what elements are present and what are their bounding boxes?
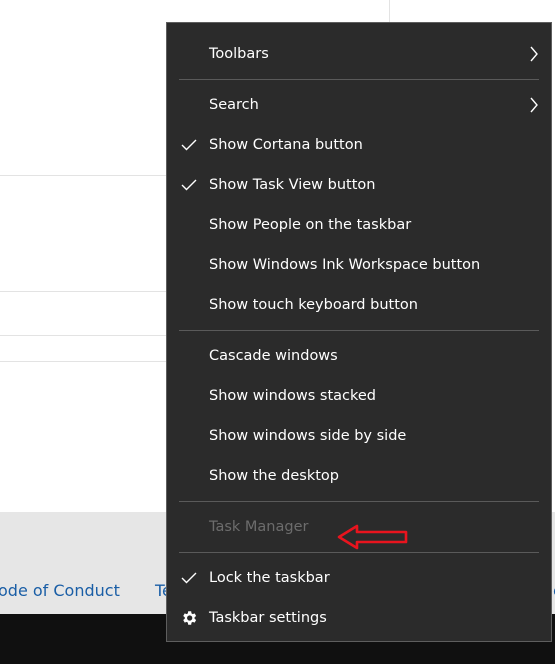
menu-item-lock-the-taskbar[interactable]: Lock the taskbar: [167, 558, 551, 598]
footer-link-code-of-conduct[interactable]: ode of Conduct: [0, 581, 120, 600]
menu-item-label: Lock the taskbar: [209, 570, 330, 586]
menu-item-show-windows-ink[interactable]: Show Windows Ink Workspace button: [167, 245, 551, 285]
page-divider: [0, 291, 166, 292]
page-divider: [0, 175, 166, 176]
menu-item-taskbar-settings[interactable]: Taskbar settings: [167, 598, 551, 638]
menu-item-label: Show windows side by side: [209, 428, 407, 444]
menu-item-label: Show Task View button: [209, 177, 376, 193]
menu-item-show-windows-side-by-side[interactable]: Show windows side by side: [167, 416, 551, 456]
menu-item-cascade-windows[interactable]: Cascade windows: [167, 336, 551, 376]
check-icon: [181, 179, 197, 191]
menu-item-show-touch-keyboard[interactable]: Show touch keyboard button: [167, 285, 551, 325]
menu-separator: [179, 330, 539, 331]
menu-separator: [179, 79, 539, 80]
page-divider: [0, 361, 166, 362]
menu-item-toolbars[interactable]: Toolbars: [167, 34, 551, 74]
check-icon: [181, 139, 197, 151]
chevron-right-icon: [530, 97, 538, 113]
chevron-right-icon: [530, 46, 538, 62]
menu-item-label: Show People on the taskbar: [209, 217, 412, 233]
menu-item-show-windows-stacked[interactable]: Show windows stacked: [167, 376, 551, 416]
menu-item-label: Show touch keyboard button: [209, 297, 418, 313]
menu-item-label: Search: [209, 97, 259, 113]
annotation-arrow-icon: [337, 524, 408, 550]
menu-item-label: Toolbars: [209, 46, 269, 62]
menu-item-show-task-view-button[interactable]: Show Task View button: [167, 165, 551, 205]
page-divider: [0, 335, 166, 336]
menu-item-search[interactable]: Search: [167, 85, 551, 125]
gear-icon: [183, 611, 197, 625]
menu-item-label: Show Windows Ink Workspace button: [209, 257, 481, 273]
menu-item-label: Show windows stacked: [209, 388, 377, 404]
menu-item-label: Cascade windows: [209, 348, 338, 364]
menu-item-label: Show the desktop: [209, 468, 339, 484]
check-icon: [181, 572, 197, 584]
menu-item-label: Task Manager: [209, 519, 309, 535]
page-divider-vertical: [389, 0, 390, 22]
menu-item-label: Show Cortana button: [209, 137, 363, 153]
menu-separator: [179, 501, 539, 502]
menu-item-label: Taskbar settings: [209, 610, 327, 626]
menu-item-show-cortana-button[interactable]: Show Cortana button: [167, 125, 551, 165]
menu-item-show-the-desktop[interactable]: Show the desktop: [167, 456, 551, 496]
menu-item-show-people[interactable]: Show People on the taskbar: [167, 205, 551, 245]
menu-separator: [179, 552, 539, 553]
